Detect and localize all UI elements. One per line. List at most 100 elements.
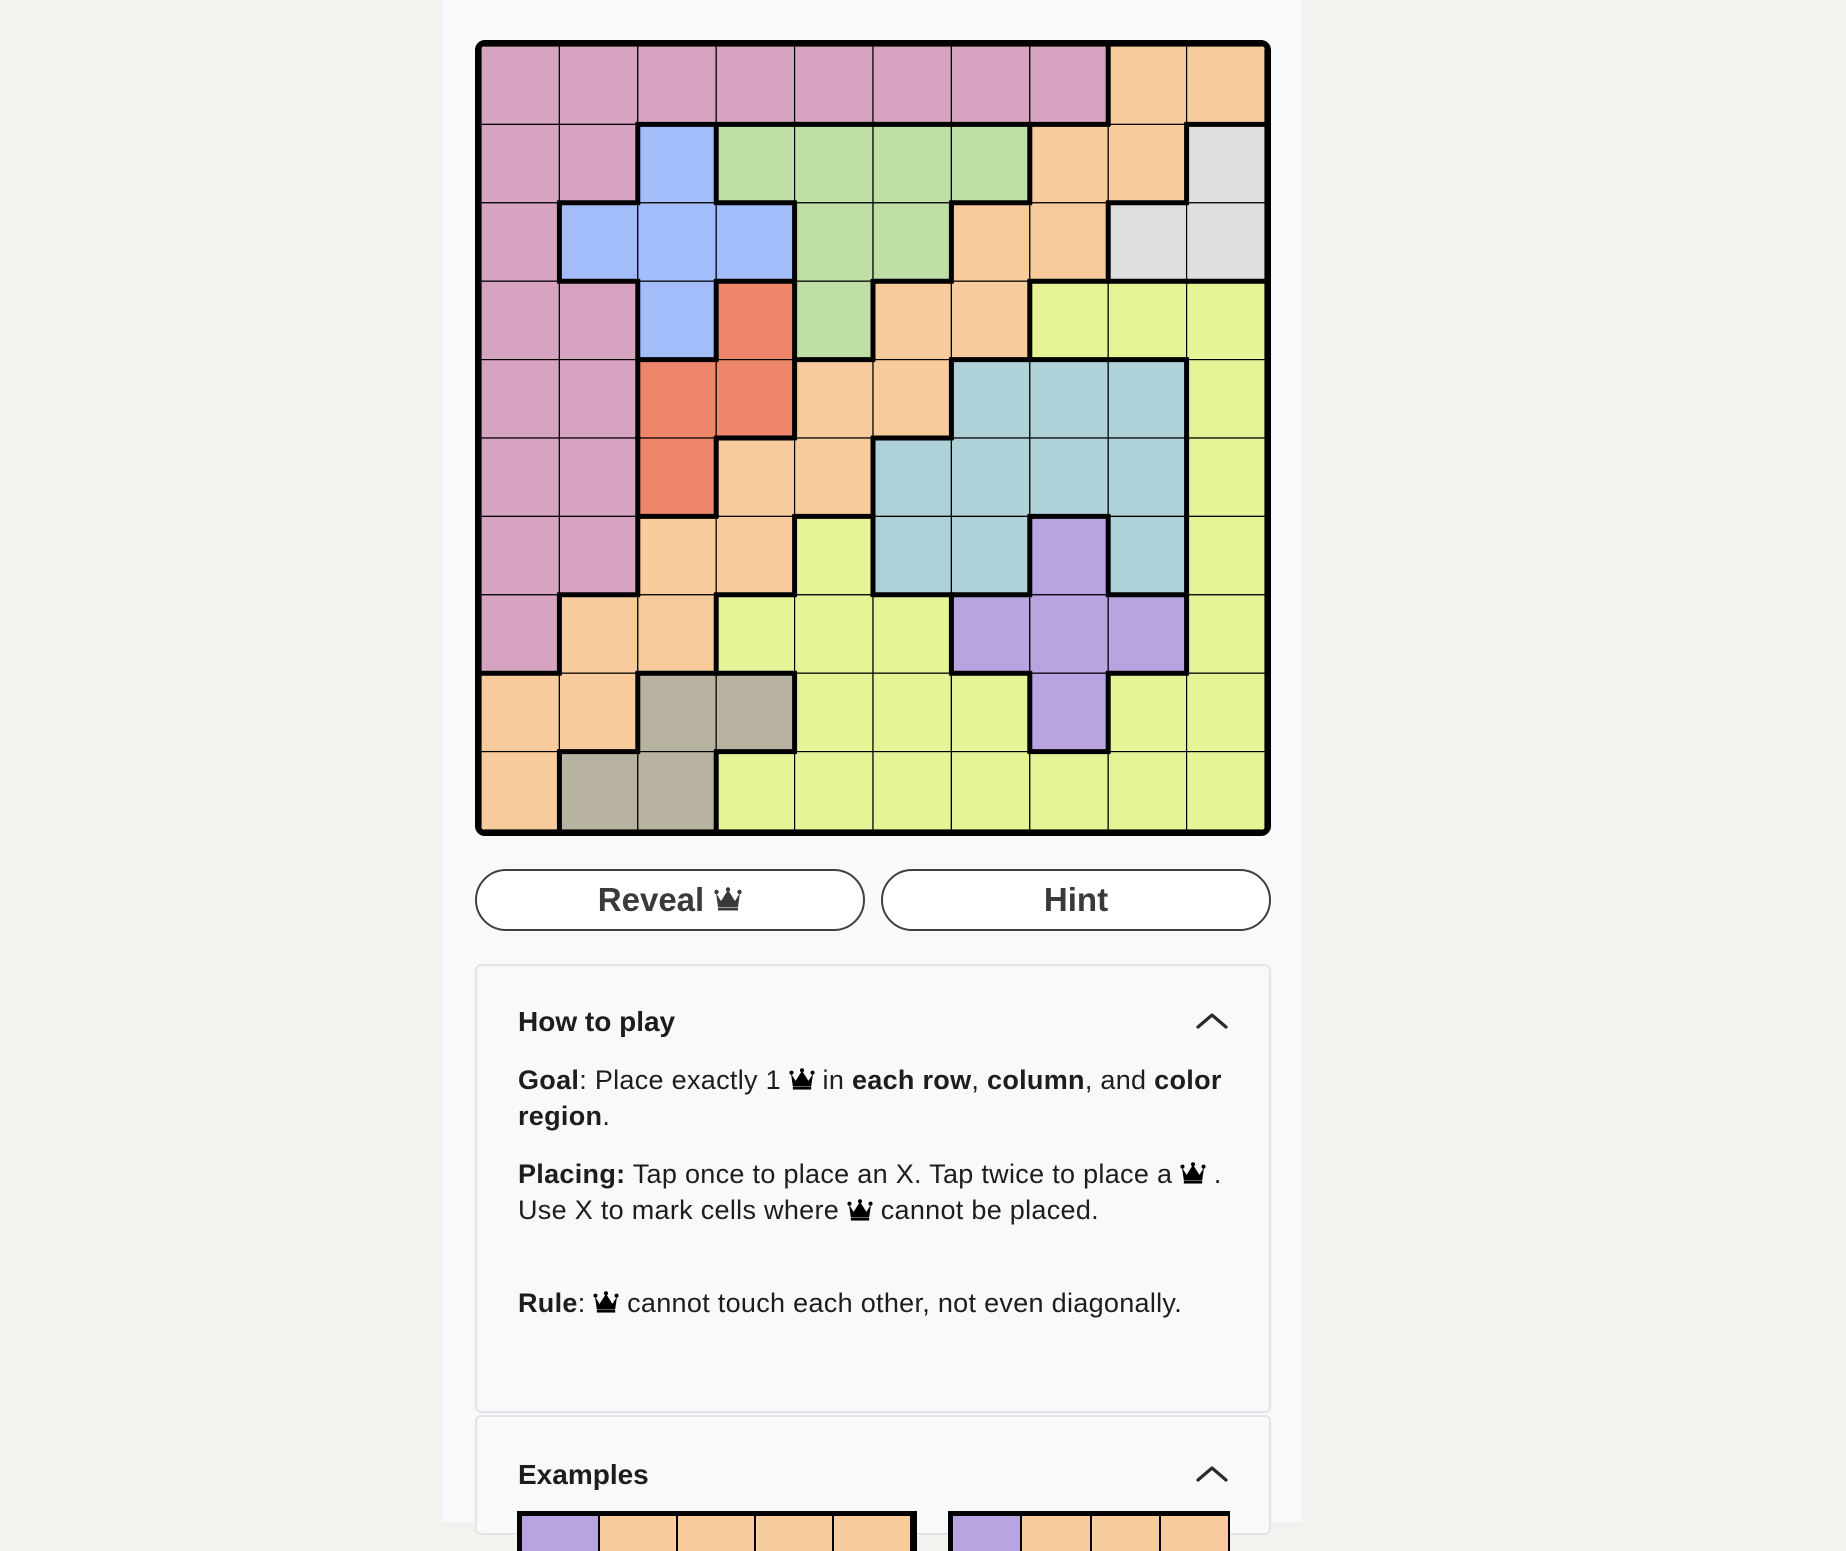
board-cell[interactable] <box>794 123 874 204</box>
board-cell[interactable] <box>1029 359 1109 439</box>
queens-board[interactable] <box>475 40 1271 836</box>
board-cell[interactable] <box>715 123 796 204</box>
board-cell[interactable] <box>637 672 717 753</box>
board-cell[interactable] <box>950 750 1031 830</box>
board-cell[interactable] <box>637 437 717 518</box>
board-cell[interactable] <box>1107 750 1188 830</box>
board-cell[interactable] <box>481 437 561 518</box>
board-cell[interactable] <box>872 515 953 596</box>
board-cell[interactable] <box>1107 123 1188 204</box>
board-cell[interactable] <box>1107 672 1188 753</box>
board-cell[interactable] <box>1185 46 1265 126</box>
board-cell[interactable] <box>1029 672 1109 753</box>
board-cell[interactable] <box>1029 515 1109 596</box>
board-cell[interactable] <box>558 437 639 518</box>
board-cell[interactable] <box>872 123 953 204</box>
board-cell[interactable] <box>715 750 796 830</box>
board-cell[interactable] <box>1029 437 1109 518</box>
board-cell[interactable] <box>1185 280 1265 361</box>
board-cell[interactable] <box>481 672 561 753</box>
board-cell[interactable] <box>950 672 1031 753</box>
board-cell[interactable] <box>481 123 561 204</box>
chevron-up-icon[interactable] <box>1195 1010 1229 1032</box>
board-cell[interactable] <box>794 515 874 596</box>
board-cell[interactable] <box>1029 46 1109 126</box>
board-cell[interactable] <box>637 46 717 126</box>
board-cell[interactable] <box>872 594 953 674</box>
board-cell[interactable] <box>1107 594 1188 674</box>
board-cell[interactable] <box>558 123 639 204</box>
board-cell[interactable] <box>715 594 796 674</box>
board-cell[interactable] <box>1107 359 1188 439</box>
board-cell[interactable] <box>794 280 874 361</box>
board-cell[interactable] <box>715 202 796 282</box>
board-cell[interactable] <box>481 280 561 361</box>
board-cell[interactable] <box>950 123 1031 204</box>
board-cell[interactable] <box>558 594 639 674</box>
board-cell[interactable] <box>794 46 874 126</box>
board-cell[interactable] <box>872 437 953 518</box>
board-cell[interactable] <box>715 437 796 518</box>
board-cell[interactable] <box>1107 202 1188 282</box>
board-cell[interactable] <box>715 515 796 596</box>
board-cell[interactable] <box>558 750 639 830</box>
reveal-button[interactable]: Reveal <box>475 869 865 931</box>
board-cell[interactable] <box>637 515 717 596</box>
board-cell[interactable] <box>1185 123 1265 204</box>
board-cell[interactable] <box>637 359 717 439</box>
board-cell[interactable] <box>715 280 796 361</box>
board-cell[interactable] <box>794 437 874 518</box>
board-cell[interactable] <box>637 202 717 282</box>
board-cell[interactable] <box>872 672 953 753</box>
board-cell[interactable] <box>872 46 953 126</box>
board-cell[interactable] <box>950 359 1031 439</box>
board-cell[interactable] <box>1107 515 1188 596</box>
board-cell[interactable] <box>794 672 874 753</box>
board-cell[interactable] <box>481 750 561 830</box>
board-cell[interactable] <box>1185 594 1265 674</box>
board-cell[interactable] <box>950 280 1031 361</box>
board-cell[interactable] <box>1107 280 1188 361</box>
board-cell[interactable] <box>481 515 561 596</box>
board-cell[interactable] <box>1029 280 1109 361</box>
board-cell[interactable] <box>637 750 717 830</box>
board-cell[interactable] <box>950 515 1031 596</box>
chevron-up-icon[interactable] <box>1195 1463 1229 1485</box>
board-cell[interactable] <box>1029 750 1109 830</box>
board-cell[interactable] <box>1185 437 1265 518</box>
board-cell[interactable] <box>558 280 639 361</box>
board-cell[interactable] <box>1107 46 1188 126</box>
board-cell[interactable] <box>1185 202 1265 282</box>
board-cell[interactable] <box>872 280 953 361</box>
hint-button[interactable]: Hint <box>881 869 1271 931</box>
board-cell[interactable] <box>558 46 639 126</box>
board-cell[interactable] <box>481 359 561 439</box>
board-cell[interactable] <box>1185 750 1265 830</box>
board-cell[interactable] <box>558 515 639 596</box>
board-cell[interactable] <box>872 750 953 830</box>
board-cell[interactable] <box>794 202 874 282</box>
board-cell[interactable] <box>481 46 561 126</box>
board-cell[interactable] <box>637 594 717 674</box>
board-cell[interactable] <box>558 359 639 439</box>
board-cell[interactable] <box>481 202 561 282</box>
board-cell[interactable] <box>558 202 639 282</box>
board-cell[interactable] <box>1029 594 1109 674</box>
board-cell[interactable] <box>1029 123 1109 204</box>
board-cell[interactable] <box>1029 202 1109 282</box>
board-cell[interactable] <box>637 280 717 361</box>
board-cell[interactable] <box>794 359 874 439</box>
board-cell[interactable] <box>1107 437 1188 518</box>
board-cell[interactable] <box>1185 359 1265 439</box>
board-cell[interactable] <box>794 594 874 674</box>
board-cell[interactable] <box>637 123 717 204</box>
board-cell[interactable] <box>558 672 639 753</box>
board-cell[interactable] <box>872 202 953 282</box>
board-cell[interactable] <box>715 672 796 753</box>
board-cell[interactable] <box>1185 515 1265 596</box>
board-grid[interactable] <box>481 46 1265 830</box>
board-cell[interactable] <box>950 437 1031 518</box>
board-cell[interactable] <box>715 46 796 126</box>
board-cell[interactable] <box>715 359 796 439</box>
board-cell[interactable] <box>1185 672 1265 753</box>
